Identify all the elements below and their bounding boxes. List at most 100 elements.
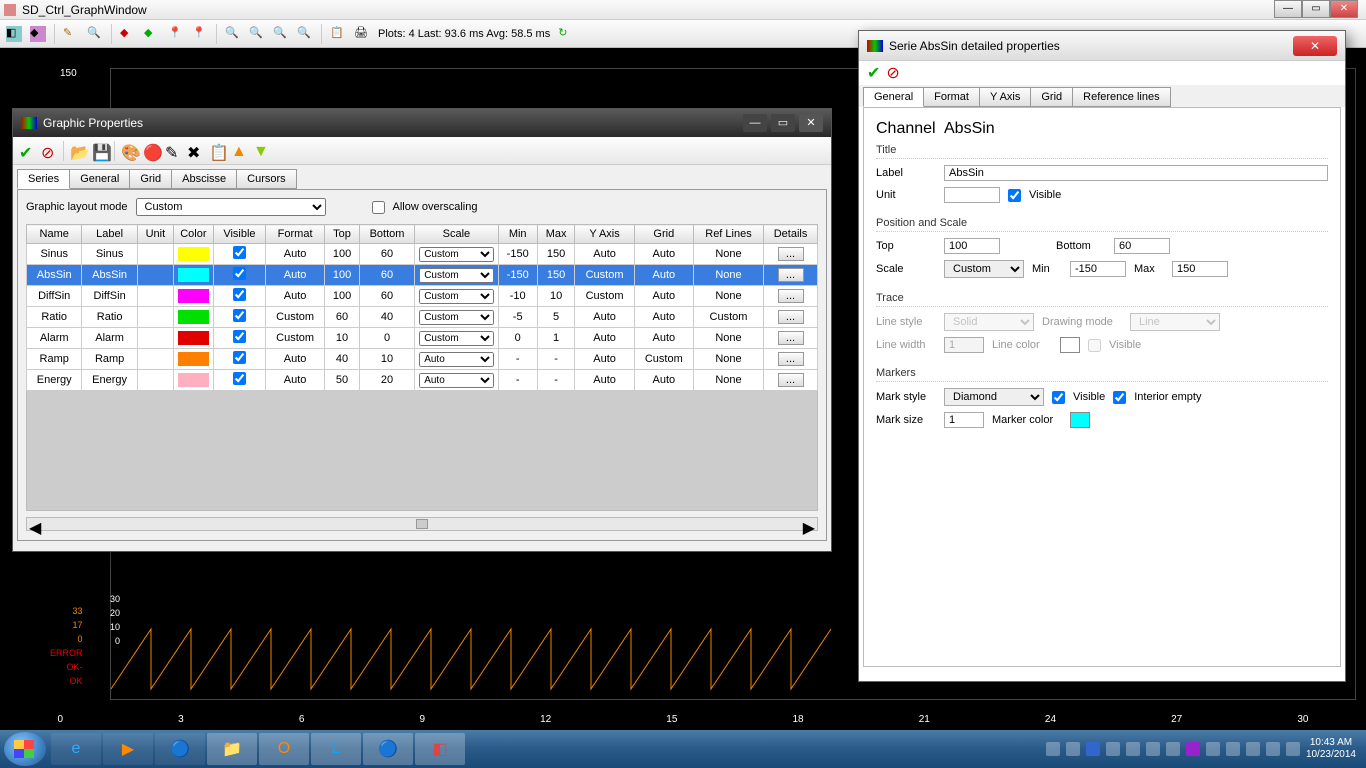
table-row[interactable]: RatioRatioCustom6040Custom-55AutoAutoCus… xyxy=(27,307,818,328)
tab-general[interactable]: General xyxy=(863,87,924,107)
tab-grid2[interactable]: Grid xyxy=(1030,87,1073,107)
tab-series[interactable]: Series xyxy=(17,169,70,189)
open-icon[interactable]: 📂 xyxy=(70,143,86,159)
close-button[interactable]: ✕ xyxy=(1330,0,1358,18)
toolbar-icon[interactable]: ◧ xyxy=(6,26,22,42)
tab-abscisse[interactable]: Abscisse xyxy=(171,169,237,189)
table-row[interactable]: DiffSinDiffSinAuto10060Custom-1010Custom… xyxy=(27,286,818,307)
taskbar[interactable]: e ▶ 🔵 📁 O L 🔵 ◧ 10:43 AM 10/23/2014 xyxy=(0,730,1366,768)
layout-mode-select[interactable]: Custom xyxy=(136,198,326,216)
tray-icon[interactable] xyxy=(1046,742,1060,756)
tab-cursors[interactable]: Cursors xyxy=(236,169,297,189)
dialog-maximize-button[interactable]: ▭ xyxy=(771,114,795,132)
copy-icon[interactable]: 📋 xyxy=(209,143,225,159)
zoom-in-icon[interactable]: 🔍 xyxy=(225,26,241,42)
maximize-button[interactable]: ▭ xyxy=(1302,0,1330,18)
top-input[interactable] xyxy=(944,238,1000,254)
tray-network-icon[interactable] xyxy=(1266,742,1280,756)
edit-icon[interactable]: ✎ xyxy=(63,26,79,42)
tray-onenote-icon[interactable] xyxy=(1186,742,1200,756)
toolbar-icon[interactable]: ◆ xyxy=(30,26,46,42)
column-header[interactable]: Ref Lines xyxy=(693,225,763,244)
tab-reflines[interactable]: Reference lines xyxy=(1072,87,1170,107)
cancel-icon[interactable]: ⊘ xyxy=(41,143,57,159)
column-header[interactable]: Details xyxy=(764,225,818,244)
copy-icon[interactable]: 📋 xyxy=(330,26,346,42)
pin-icon[interactable]: 📍 xyxy=(168,26,184,42)
dialog-close-button[interactable]: ✕ xyxy=(799,114,823,132)
tab-format[interactable]: Format xyxy=(923,87,980,107)
horizontal-scrollbar[interactable]: ◀ ▶ xyxy=(26,517,818,531)
task-app2[interactable]: ◧ xyxy=(415,733,465,765)
column-header[interactable]: Bottom xyxy=(359,225,414,244)
detail-properties-dialog[interactable]: Serie AbsSin detailed properties ✕ ✔ ⊘ G… xyxy=(858,30,1346,682)
tray-volume-icon[interactable] xyxy=(1286,742,1300,756)
interior-checkbox[interactable] xyxy=(1113,391,1126,404)
table-row[interactable]: EnergyEnergyAuto5020Auto--AutoAutoNone..… xyxy=(27,370,818,391)
zoom-100-icon[interactable]: 🔍 xyxy=(297,26,313,42)
detail-titlebar[interactable]: Serie AbsSin detailed properties ✕ xyxy=(859,31,1345,61)
marker-icon[interactable]: ◆ xyxy=(120,26,136,42)
task-outlook[interactable]: O xyxy=(259,733,309,765)
up-icon[interactable]: ▲ xyxy=(231,143,247,159)
minimize-button[interactable]: — xyxy=(1274,0,1302,18)
column-header[interactable]: Format xyxy=(265,225,324,244)
visible-checkbox[interactable] xyxy=(1008,189,1021,202)
palette-icon[interactable]: 🎨 xyxy=(121,143,137,159)
tray-bluetooth-icon[interactable] xyxy=(1086,742,1100,756)
graphic-properties-dialog[interactable]: Graphic Properties — ▭ ✕ ✔ ⊘ 📂 💾 🎨 🔴 ✎ ✖… xyxy=(12,108,832,552)
task-explorer[interactable]: 📁 xyxy=(207,733,257,765)
tab-yaxis[interactable]: Y Axis xyxy=(979,87,1031,107)
tray-icon[interactable] xyxy=(1226,742,1240,756)
markcolor-swatch[interactable] xyxy=(1070,412,1090,428)
task-ie[interactable]: e xyxy=(51,733,101,765)
tray-icon[interactable] xyxy=(1066,742,1080,756)
task-app1[interactable]: L xyxy=(311,733,361,765)
column-header[interactable]: Grid xyxy=(634,225,693,244)
cancel-icon[interactable]: ⊘ xyxy=(886,63,899,83)
ok-icon[interactable]: ✔ xyxy=(867,63,880,83)
save-icon[interactable]: 💾 xyxy=(92,143,108,159)
column-header[interactable]: Unit xyxy=(137,225,173,244)
system-tray[interactable]: 10:43 AM 10/23/2014 xyxy=(1046,737,1362,761)
tray-icon[interactable] xyxy=(1206,742,1220,756)
main-titlebar[interactable]: SD_Ctrl_GraphWindow — ▭ ✕ xyxy=(0,0,1366,20)
zoom-icon[interactable]: 🔍 xyxy=(87,26,103,42)
tray-icon[interactable] xyxy=(1146,742,1160,756)
column-header[interactable]: Scale xyxy=(415,225,498,244)
tab-grid[interactable]: Grid xyxy=(129,169,172,189)
zoom-out-icon[interactable]: 🔍 xyxy=(249,26,265,42)
table-row[interactable]: RampRampAuto4010Auto--AutoCustomNone... xyxy=(27,349,818,370)
task-chrome2[interactable]: 🔵 xyxy=(363,733,413,765)
dialog-titlebar[interactable]: Graphic Properties — ▭ ✕ xyxy=(13,109,831,137)
markstyle-select[interactable]: Diamond xyxy=(944,388,1044,406)
scale-select[interactable]: Custom xyxy=(944,260,1024,278)
min-input[interactable] xyxy=(1070,261,1126,277)
marksize-input[interactable] xyxy=(944,412,984,428)
tray-icon[interactable] xyxy=(1246,742,1260,756)
column-header[interactable]: Visible xyxy=(213,225,265,244)
delete-icon[interactable]: ✖ xyxy=(187,143,203,159)
column-header[interactable]: Color xyxy=(173,225,213,244)
dialog-minimize-button[interactable]: — xyxy=(743,114,767,132)
table-row[interactable]: AlarmAlarmCustom100Custom01AutoAutoNone.… xyxy=(27,328,818,349)
column-header[interactable]: Max xyxy=(537,225,575,244)
detail-close-button[interactable]: ✕ xyxy=(1293,36,1337,56)
zoom-fit-icon[interactable]: 🔍 xyxy=(273,26,289,42)
color-icon[interactable]: 🔴 xyxy=(143,143,159,159)
table-row[interactable]: SinusSinusAuto10060Custom-150150AutoAuto… xyxy=(27,244,818,265)
column-header[interactable]: Top xyxy=(325,225,360,244)
print-icon[interactable]: 🖨 xyxy=(354,26,370,42)
start-button[interactable] xyxy=(4,732,46,766)
pin-icon[interactable]: 📍 xyxy=(192,26,208,42)
tray-icon[interactable] xyxy=(1106,742,1120,756)
max-input[interactable] xyxy=(1172,261,1228,277)
edit-icon[interactable]: ✎ xyxy=(165,143,181,159)
column-header[interactable]: Y Axis xyxy=(575,225,634,244)
marker-icon[interactable]: ◆ xyxy=(144,26,160,42)
tray-icon[interactable] xyxy=(1166,742,1180,756)
column-header[interactable]: Name xyxy=(27,225,82,244)
overscale-checkbox[interactable] xyxy=(372,201,385,214)
unit-input[interactable] xyxy=(944,187,1000,203)
label-input[interactable] xyxy=(944,165,1328,181)
